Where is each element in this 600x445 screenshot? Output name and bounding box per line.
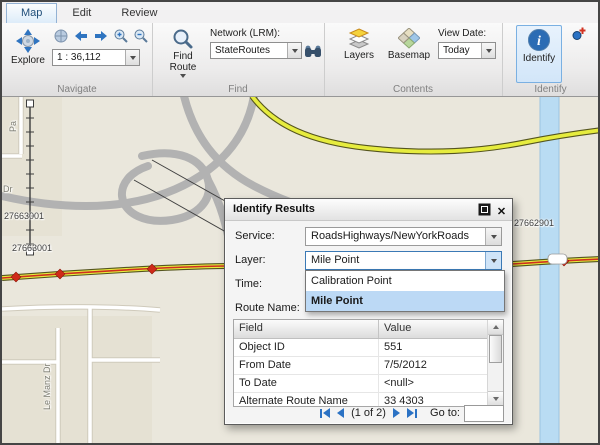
basemap-icon [398,26,420,50]
find-route-button[interactable]: Find Route [160,25,206,85]
view-date-label: View Date: [438,28,486,39]
street-name-label: Pa [8,121,18,132]
service-label: Service: [235,230,275,242]
find-route-icon [172,26,194,51]
previous-page-button[interactable] [337,408,344,418]
page-count-text: (1 of 2) [351,407,386,419]
dialog-title: Identify Results [225,199,512,220]
service-combo[interactable]: RoadsHighways/NewYorkRoads [305,227,502,246]
value-column-header[interactable]: Value [379,320,488,338]
view-date-combo[interactable]: Today [438,42,496,59]
identify-icon-glyph: i [537,34,541,49]
value-cell: 7/5/2012 [379,357,488,374]
water-canal [540,96,559,443]
route-id-label: 27663001 [4,211,44,221]
full-extent-icon[interactable] [52,27,70,45]
layer-dropdown-list: Calibration Point Mile Point [305,270,505,312]
zoom-out-icon[interactable] [132,27,150,45]
field-column-header[interactable]: Field [234,320,379,338]
last-page-button[interactable] [407,408,417,418]
next-page-button[interactable] [393,408,400,418]
zoom-in-icon[interactable] [112,27,130,45]
explore-label: Explore [11,55,45,66]
layers-label: Layers [344,50,374,61]
route-id-label: 27662901 [514,218,554,228]
contents-group-label: Contents [324,84,502,95]
identify-group-label: Identify [502,84,599,95]
binoculars-icon[interactable] [304,42,322,60]
next-extent-icon[interactable] [92,27,110,45]
ribbon: Explore 1 : 36,112 [2,23,598,97]
street-name-label: Dr [3,184,13,194]
layer-value: Mile Point [306,252,501,266]
scrollbar-thumb[interactable] [489,335,502,363]
basemap-label: Basemap [388,50,430,61]
field-cell: To Date [234,375,379,392]
time-label: Time: [235,278,262,290]
identify-results-dialog: Identify Results ✕ Service: RoadsHighway… [224,198,513,425]
close-icon[interactable]: ✕ [495,206,508,219]
explore-icon [15,26,41,55]
basemap-button[interactable]: Basemap [384,25,434,83]
ribbon-group-find: Find Route Network (LRM): StateRoutes Fi… [152,23,325,96]
layer-label: Layer: [235,254,266,266]
find-route-label-line2: Route [170,62,197,73]
ribbon-group-contents: Layers Basemap View Date: Today Cont [324,23,503,96]
field-cell: Object ID [234,339,379,356]
table-row[interactable]: From Date 7/5/2012 [234,357,488,375]
route-shield [548,254,567,264]
app-window: Map Edit Review Explore [0,0,600,445]
network-lrm-label: Network (LRM): [210,28,280,39]
layer-combo[interactable]: Mile Point [305,251,502,270]
route-id-label: 27663001 [12,243,52,253]
network-combo-arrow[interactable] [287,43,301,58]
service-combo-arrow[interactable] [485,228,501,245]
previous-extent-icon[interactable] [72,27,90,45]
layer-combo-arrow[interactable] [485,252,501,269]
identify-button-label: Identify [523,53,555,64]
tab-review[interactable]: Review [106,3,172,23]
explore-button[interactable]: Explore [6,25,50,83]
identify-icon: i [527,26,551,53]
ribbon-group-navigate: Explore 1 : 36,112 [2,23,153,96]
service-value: RoadsHighways/NewYorkRoads [306,228,501,242]
value-cell: <null> [379,375,488,392]
layer-option-mile-point[interactable]: Mile Point [306,291,504,311]
layers-button[interactable]: Layers [336,25,382,83]
street-name-label: Le Manz Dr [42,363,52,410]
tab-edit[interactable]: Edit [57,3,106,23]
scroll-up-icon[interactable] [488,320,503,335]
scale-combo[interactable]: 1 : 36,112 [52,49,140,66]
attributes-table: Field Value Object ID 551 From Date 7/5/… [233,319,504,407]
scale-combo-arrow[interactable] [125,50,139,65]
find-route-label-line1: Find [173,51,192,62]
find-route-dropdown-icon [180,74,186,78]
view-date-combo-arrow[interactable] [481,43,495,58]
identify-button[interactable]: i Identify [516,25,562,83]
goto-input[interactable] [464,405,504,422]
navigate-icon-row [52,27,150,45]
navigate-group-label: Navigate [2,84,152,95]
find-group-label: Find [152,84,324,95]
ribbon-tab-bar: Map Edit Review [2,2,598,23]
first-page-button[interactable] [320,408,330,418]
layers-icon [348,26,370,50]
layer-option-calibration-point[interactable]: Calibration Point [306,271,504,291]
table-header-row: Field Value [234,320,488,339]
table-row[interactable]: To Date <null> [234,375,488,393]
tab-map[interactable]: Map [6,3,57,23]
dialog-title-bar[interactable]: Identify Results ✕ [225,199,512,221]
network-lrm-combo[interactable]: StateRoutes [210,42,302,59]
route-name-label: Route Name: [235,302,300,314]
value-cell: 551 [379,339,488,356]
table-scrollbar[interactable] [487,320,503,406]
restore-icon[interactable] [478,203,491,221]
goto-label: Go to: [430,407,460,419]
table-row[interactable]: Object ID 551 [234,339,488,357]
field-cell: From Date [234,357,379,374]
ribbon-group-identify: i Identify Identify [502,23,599,96]
identify-route-icon[interactable] [572,26,587,41]
